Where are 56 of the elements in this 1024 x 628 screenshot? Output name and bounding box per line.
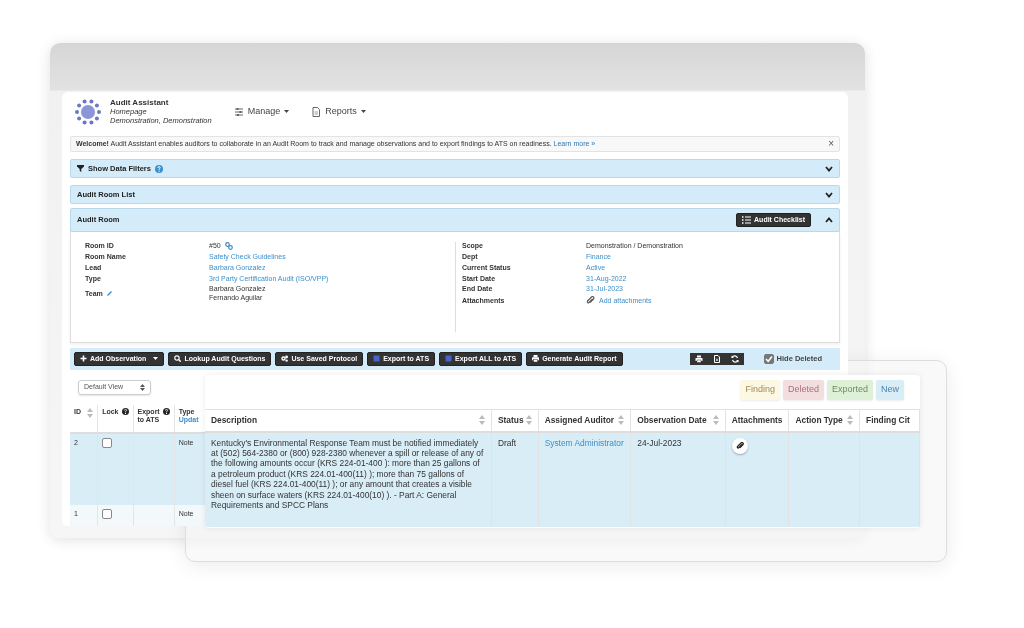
column-header: Finding Cit bbox=[866, 414, 910, 425]
search-icon bbox=[174, 355, 182, 363]
sort-icon bbox=[525, 414, 532, 425]
refresh-icon bbox=[730, 354, 739, 363]
pencil-icon[interactable] bbox=[105, 290, 113, 298]
app-title: Audit Assistant bbox=[110, 98, 170, 108]
sort-icon bbox=[87, 407, 94, 418]
column-header: Action Type bbox=[795, 414, 843, 425]
checkbox[interactable] bbox=[102, 437, 113, 448]
select-arrows-icon bbox=[140, 383, 145, 391]
plus-icon bbox=[80, 355, 87, 363]
column-header: Description bbox=[211, 414, 258, 425]
table-cell: Draft bbox=[497, 437, 517, 448]
column-header: Status bbox=[497, 414, 524, 425]
legend-tag: New bbox=[876, 380, 904, 400]
link-icon[interactable] bbox=[224, 242, 233, 251]
help-icon bbox=[154, 164, 163, 173]
file-icon bbox=[712, 354, 721, 363]
sliders-icon bbox=[233, 106, 244, 117]
logo-icon bbox=[74, 97, 102, 126]
chevron-up-icon[interactable] bbox=[825, 216, 833, 223]
close-button[interactable]: × bbox=[828, 139, 834, 149]
document-icon bbox=[311, 106, 322, 117]
square-icon bbox=[445, 355, 453, 363]
attachment-button[interactable] bbox=[731, 437, 748, 454]
caret-icon bbox=[360, 110, 366, 114]
column-header: Assigned Auditor bbox=[544, 414, 615, 425]
print-icon bbox=[694, 354, 703, 363]
print-icon bbox=[532, 355, 540, 363]
caret-icon bbox=[284, 110, 290, 114]
chevron-down-icon[interactable] bbox=[825, 191, 833, 198]
legend-tag: Exported bbox=[826, 380, 873, 400]
legend-tag: Finding bbox=[740, 380, 780, 400]
legend-tag: Deleted bbox=[782, 380, 824, 400]
checkbox[interactable] bbox=[102, 508, 113, 519]
help-icon bbox=[121, 407, 129, 415]
square-icon bbox=[373, 355, 381, 363]
checkbox[interactable] bbox=[763, 353, 774, 364]
sort-icon bbox=[478, 414, 485, 425]
paperclip-icon bbox=[735, 441, 744, 450]
check-icon bbox=[764, 354, 773, 363]
gears-icon bbox=[281, 355, 289, 363]
table-cell: 24-Jul-2023 bbox=[637, 437, 682, 448]
nav-menu[interactable]: Reports bbox=[311, 105, 366, 119]
nav-menu[interactable]: Manage bbox=[233, 105, 290, 119]
filter-icon bbox=[77, 165, 84, 173]
caret-icon bbox=[153, 357, 159, 361]
table-cell: Kentucky's Environmental Response Team must be notified immediately at (502) 564-2380 or (800) 928-2380 whenever a spill or release of any of the following amounts occur (KRS 224-01-400 ): more than 25 gallons of a petroleum product (KRS 224.01-400(11) ); more than 75 gallons of diesel fuel (KRS 224.01-400(11) ); or any amount that creates a visible sheen on surface waters (KRS 224.01-400(10) ). - Part A: General Requirements and SPCC Plans bbox=[211, 437, 484, 511]
sort-icon bbox=[712, 414, 719, 425]
chevron-down-icon[interactable] bbox=[825, 165, 833, 172]
column-header: Observation Date bbox=[637, 414, 707, 425]
paperclip-icon bbox=[586, 296, 595, 306]
sort-icon bbox=[618, 414, 625, 425]
list-icon bbox=[742, 215, 752, 224]
column-header: Attachments bbox=[731, 414, 783, 425]
help-icon bbox=[162, 407, 170, 415]
